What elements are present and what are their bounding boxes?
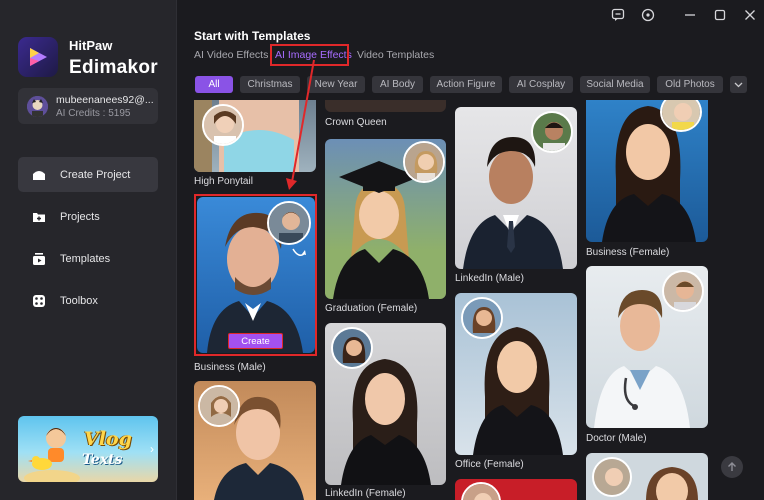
nav-label: Create Project xyxy=(60,168,131,181)
arrow-up-icon xyxy=(728,462,736,471)
chevron-right-icon[interactable]: › xyxy=(150,442,154,456)
card-label: Business (Female) xyxy=(586,247,670,258)
vlog-texts-promo-banner[interactable]: Vlog Texts › xyxy=(18,416,158,482)
card-label: Office (Female) xyxy=(455,459,524,470)
maximize-icon[interactable] xyxy=(711,6,729,24)
templates-icon xyxy=(31,251,47,267)
source-face-thumbnail xyxy=(403,141,445,183)
chip-old-photos[interactable]: Old Photos xyxy=(657,76,723,93)
scroll-to-top-button[interactable] xyxy=(721,456,743,478)
annotation-arrow xyxy=(286,59,315,190)
chip-ai-cosplay[interactable]: AI Cosplay xyxy=(509,76,573,93)
ai-credits: AI Credits : 5195 xyxy=(56,108,131,119)
chip-all[interactable]: All xyxy=(195,76,233,93)
source-face-thumbnail xyxy=(531,111,573,153)
close-icon[interactable] xyxy=(741,6,759,24)
source-face-thumbnail xyxy=(662,270,704,312)
app-logo xyxy=(18,37,58,77)
chevron-down-icon[interactable] xyxy=(730,76,747,93)
source-face-thumbnail xyxy=(461,482,501,500)
source-face-thumbnail xyxy=(592,457,632,497)
template-card-crown-queen[interactable] xyxy=(325,100,446,112)
nav-toolbox[interactable]: Toolbox xyxy=(18,283,158,318)
minimize-icon[interactable] xyxy=(681,6,699,24)
nav-label: Templates xyxy=(60,252,111,265)
card-label: High Ponytail xyxy=(194,176,253,187)
create-button[interactable]: Create xyxy=(228,333,283,349)
card-label: Crown Queen xyxy=(325,117,387,128)
promo-subtitle: Texts xyxy=(82,452,123,468)
source-face-thumbnail xyxy=(331,327,373,369)
nav-templates[interactable]: Templates xyxy=(18,241,158,276)
product-name: Edimakor xyxy=(69,57,158,78)
nav-label: Projects xyxy=(60,210,100,223)
chip-ai-body[interactable]: AI Body xyxy=(372,76,423,93)
chip-social-media[interactable]: Social Media xyxy=(580,76,650,93)
sidebar: HitPaw Edimakor mubeenanees92@... AI Cre… xyxy=(0,0,177,500)
template-card-office-female[interactable] xyxy=(455,293,577,455)
template-card-doctor-male[interactable] xyxy=(586,266,708,428)
create-project-icon xyxy=(31,167,47,183)
user-account-card[interactable]: mubeenanees92@... AI Credits : 5195 xyxy=(18,88,158,124)
transform-arrow-icon xyxy=(292,248,306,256)
chip-action-figure[interactable]: Action Figure xyxy=(430,76,502,93)
user-email: mubeenanees92@... xyxy=(56,94,154,106)
template-card-linkedin-female[interactable] xyxy=(325,323,446,485)
card-label: Graduation (Female) xyxy=(325,303,418,314)
template-card-partial[interactable] xyxy=(586,453,708,500)
settings-icon[interactable] xyxy=(639,6,657,24)
tab-ai-video-effects[interactable]: AI Video Effects xyxy=(194,49,268,61)
card-label: Doctor (Male) xyxy=(586,433,647,444)
nav-create-project[interactable]: Create Project xyxy=(18,157,158,192)
nav-label: Toolbox xyxy=(60,294,98,307)
projects-icon xyxy=(31,209,47,225)
source-face-thumbnail xyxy=(461,297,503,339)
card-label: LinkedIn (Female) xyxy=(325,488,406,499)
tab-video-templates[interactable]: Video Templates xyxy=(357,49,434,61)
promo-character-image xyxy=(24,428,80,482)
play-logo-icon xyxy=(30,48,47,66)
source-face-thumbnail xyxy=(198,385,240,427)
template-card-police-female[interactable] xyxy=(194,381,316,500)
template-card-business-female[interactable] xyxy=(586,100,708,242)
avatar xyxy=(27,96,48,117)
source-face-thumbnail xyxy=(202,104,244,146)
card-label: LinkedIn (Male) xyxy=(455,273,524,284)
brand-name: HitPaw xyxy=(69,38,113,53)
toolbox-icon xyxy=(31,293,47,309)
template-card-graduation-female[interactable] xyxy=(325,139,446,299)
template-card-business-male[interactable] xyxy=(197,197,315,353)
feedback-icon[interactable] xyxy=(609,6,627,24)
source-face-thumbnail xyxy=(267,201,311,245)
nav-projects[interactable]: Projects xyxy=(18,199,158,234)
page-title: Start with Templates xyxy=(194,29,311,43)
card-label: Business (Male) xyxy=(194,362,266,373)
template-card-partial[interactable] xyxy=(455,479,577,500)
template-card-linkedin-male[interactable] xyxy=(455,107,577,269)
promo-title: Vlog xyxy=(84,428,132,450)
